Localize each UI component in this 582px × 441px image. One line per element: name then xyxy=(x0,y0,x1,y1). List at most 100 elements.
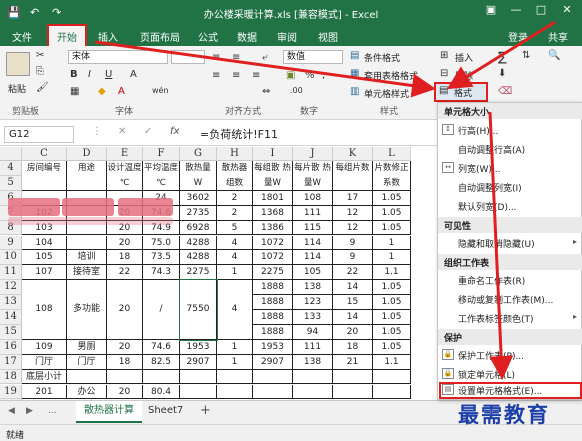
row-header[interactable]: 14 xyxy=(0,310,22,325)
underline-button[interactable]: U xyxy=(105,69,112,80)
table-cell[interactable] xyxy=(373,384,411,400)
table-cell[interactable]: 138 xyxy=(293,354,333,370)
clear-icon[interactable]: ⌫ xyxy=(498,86,512,97)
table-format-icon[interactable]: ▦ xyxy=(350,68,359,79)
table-header-cell[interactable]: 每组片数 xyxy=(333,161,373,191)
table-cell[interactable]: 1953 xyxy=(253,339,293,355)
menu-default-width[interactable]: 默认列宽(D)... xyxy=(438,197,582,216)
table-cell[interactable]: 2735 xyxy=(180,205,217,221)
number-format-select[interactable]: 数值 xyxy=(283,50,343,64)
table-cell[interactable]: 1.05 xyxy=(373,339,411,355)
table-cell[interactable]: 74.6 xyxy=(143,339,180,355)
align-middle-icon[interactable]: ≡ xyxy=(232,52,240,63)
table-header-cell[interactable]: 房间编号 xyxy=(22,161,67,191)
cut-icon[interactable]: ✂ xyxy=(36,50,44,61)
table-cell[interactable]: 14 xyxy=(333,280,373,296)
table-cell[interactable]: 1801 xyxy=(253,190,293,206)
row-header[interactable]: 19 xyxy=(0,384,22,400)
table-cell[interactable]: 114 xyxy=(293,235,333,251)
table-cell[interactable]: 109 xyxy=(22,339,67,355)
table-cell[interactable]: 1 xyxy=(217,354,253,370)
table-cell[interactable]: 4 xyxy=(217,250,253,266)
table-cell[interactable]: 18 xyxy=(333,339,373,355)
table-cell[interactable]: 123 xyxy=(293,295,333,310)
row-header[interactable]: 13 xyxy=(0,295,22,310)
tab-insert[interactable]: 插入 xyxy=(98,29,118,44)
row-header[interactable]: 17 xyxy=(0,354,22,370)
table-cell[interactable] xyxy=(373,369,411,385)
copy-icon[interactable]: ⎘ xyxy=(36,66,44,77)
table-cell[interactable]: / xyxy=(143,280,180,340)
paste-label[interactable]: 粘贴 xyxy=(8,82,26,95)
table-cell[interactable] xyxy=(217,369,253,385)
border-icon[interactable]: ▦ xyxy=(70,86,79,97)
table-cell[interactable] xyxy=(67,369,107,385)
table-cell[interactable]: 1.05 xyxy=(373,205,411,221)
table-cell[interactable]: 1.05 xyxy=(373,280,411,296)
table-cell[interactable]: 94 xyxy=(293,324,333,340)
table-cell[interactable]: 2907 xyxy=(180,354,217,370)
table-cell[interactable]: 17 xyxy=(333,190,373,206)
table-format-button[interactable]: 套用表格格式 xyxy=(364,69,418,82)
row-header[interactable]: 16 xyxy=(0,339,22,355)
table-cell[interactable]: 18 xyxy=(107,250,143,266)
sheet-tab-active[interactable]: 散热器计算 xyxy=(76,401,142,423)
table-cell[interactable]: 80.4 xyxy=(143,384,180,400)
table-cell[interactable] xyxy=(180,369,217,385)
table-cell[interactable]: 105 xyxy=(293,265,333,281)
table-cell[interactable] xyxy=(107,369,143,385)
table-cell[interactable]: 3602 xyxy=(180,190,217,206)
table-cell[interactable]: 138 xyxy=(293,280,333,296)
table-cell[interactable]: 20 xyxy=(333,324,373,340)
table-cell[interactable]: 104 xyxy=(22,235,67,251)
confirm-icon[interactable]: ✓ xyxy=(144,126,152,137)
row-header[interactable]: 15 xyxy=(0,324,22,340)
table-cell[interactable] xyxy=(217,384,253,400)
font-name-select[interactable]: 宋体 xyxy=(68,50,168,64)
cell-style-icon[interactable]: ▥ xyxy=(350,86,359,97)
table-cell[interactable]: 1.05 xyxy=(373,310,411,325)
font-size-select[interactable] xyxy=(171,50,205,64)
table-header-cell[interactable]: 片数修正 系数 xyxy=(373,161,411,191)
currency-icon[interactable]: ▣ xyxy=(286,70,295,81)
table-cell[interactable]: 12 xyxy=(333,220,373,236)
table-cell[interactable]: 201 xyxy=(22,384,67,400)
table-cell[interactable]: 1.1 xyxy=(373,265,411,281)
conditional-format-button[interactable]: 条件格式 xyxy=(364,51,400,64)
table-header-cell[interactable]: 散热器 组数 xyxy=(217,161,253,191)
table-cell[interactable]: 9 xyxy=(333,235,373,251)
table-cell[interactable]: 1 xyxy=(217,339,253,355)
row-header[interactable]: 10 xyxy=(0,250,22,266)
table-cell[interactable]: 1.05 xyxy=(373,190,411,206)
tab-review[interactable]: 审阅 xyxy=(277,29,297,44)
close-button[interactable]: ✕ xyxy=(556,3,578,16)
table-cell[interactable]: 5 xyxy=(217,220,253,236)
table-cell[interactable]: 20 xyxy=(107,235,143,251)
table-header-cell[interactable]: 每片散 热量W xyxy=(293,161,333,191)
table-cell[interactable] xyxy=(293,369,333,385)
format-button[interactable]: 格式 xyxy=(454,86,472,99)
table-cell[interactable]: 9 xyxy=(333,250,373,266)
table-cell[interactable]: 门厅 xyxy=(67,354,107,370)
tab-home[interactable]: 开始 xyxy=(47,24,87,48)
insert-cells-icon[interactable]: ⊞ xyxy=(440,50,448,61)
table-cell[interactable]: 1888 xyxy=(253,280,293,296)
table-cell[interactable]: 2275 xyxy=(253,265,293,281)
table-header-cell[interactable]: 平均温度 ℃ xyxy=(143,161,180,191)
paste-icon[interactable] xyxy=(6,52,30,76)
column-header[interactable]: J xyxy=(293,147,333,161)
table-cell[interactable]: 75.0 xyxy=(143,235,180,251)
table-cell[interactable]: 1 xyxy=(373,250,411,266)
table-cell[interactable]: 108 xyxy=(293,190,333,206)
menu-autofit-column[interactable]: 自动调整列宽(I) xyxy=(438,178,582,197)
table-cell[interactable]: 1.05 xyxy=(373,220,411,236)
row-header[interactable]: 4 xyxy=(0,161,22,176)
table-header-cell[interactable]: 散热量 W xyxy=(180,161,217,191)
table-header-cell[interactable]: 每组散 热量W xyxy=(253,161,293,191)
table-cell[interactable]: 1 xyxy=(217,265,253,281)
tab-page-layout[interactable]: 页面布局 xyxy=(140,29,180,44)
italic-button[interactable]: I xyxy=(88,69,91,80)
insert-button[interactable]: 插入 xyxy=(455,51,473,64)
row-header[interactable]: 12 xyxy=(0,280,22,296)
table-cell[interactable]: 18 xyxy=(107,354,143,370)
